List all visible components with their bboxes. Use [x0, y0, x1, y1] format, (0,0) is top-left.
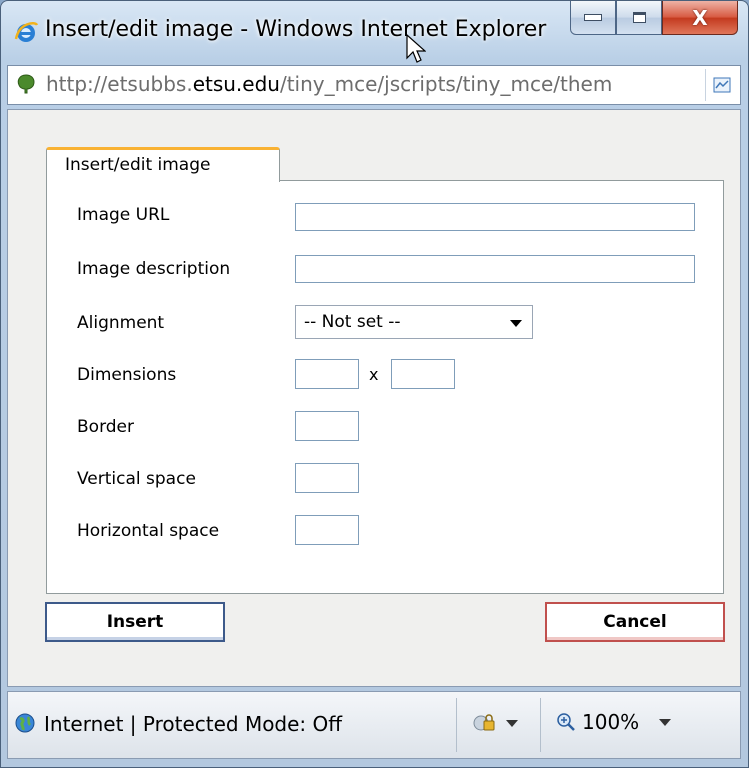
compatibility-view-icon: [713, 77, 731, 93]
alignment-select[interactable]: -- Not set --: [295, 305, 533, 339]
window-controls: X: [570, 1, 738, 37]
compatibility-view-button[interactable]: [705, 69, 738, 101]
zoom-icon: [557, 713, 575, 731]
security-icon: [473, 714, 495, 731]
url-prefix: http://etsubbs.: [46, 72, 193, 96]
zoom-level: 100%: [582, 710, 640, 734]
image-url-label: Image URL: [77, 205, 170, 225]
url-domain: etsu.edu: [192, 72, 280, 96]
zoom-control[interactable]: 100%: [556, 710, 672, 734]
tab-insert-edit-image[interactable]: Insert/edit image: [46, 147, 280, 182]
maximize-button[interactable]: [616, 1, 662, 35]
border-input[interactable]: [295, 411, 359, 441]
vertical-space-label: Vertical space: [77, 469, 196, 489]
alignment-value: -- Not set --: [304, 312, 401, 332]
width-input[interactable]: [295, 359, 359, 389]
browser-window: Insert/edit image - Windows Internet Exp…: [0, 0, 749, 768]
address-url[interactable]: http://etsubbs.etsu.edu/tiny_mce/jscript…: [46, 72, 686, 96]
status-separator: [456, 698, 457, 752]
close-icon: X: [692, 5, 708, 30]
insert-button[interactable]: Insert: [45, 602, 225, 642]
title-bar[interactable]: Insert/edit image - Windows Internet Exp…: [1, 1, 748, 63]
globe-icon: [15, 713, 35, 733]
vertical-space-input[interactable]: [295, 463, 359, 493]
maximize-icon: [632, 12, 646, 23]
chevron-down-icon: [510, 320, 522, 327]
close-button[interactable]: X: [662, 1, 738, 35]
chevron-down-icon: [659, 718, 672, 726]
url-path: /tiny_mce/jscripts/tiny_mce/them: [279, 72, 613, 96]
cancel-button[interactable]: Cancel: [545, 602, 725, 642]
dialog-content: Insert/edit image Image URL Image descri…: [7, 109, 741, 687]
window-title: Insert/edit image - Windows Internet Exp…: [45, 17, 547, 42]
status-separator: [540, 698, 541, 752]
status-bar: Internet | Protected Mode: Off 100%: [7, 691, 741, 759]
minimize-button[interactable]: [570, 1, 616, 35]
height-input[interactable]: [391, 359, 455, 389]
border-label: Border: [77, 417, 134, 437]
horizontal-space-label: Horizontal space: [77, 521, 220, 541]
dimensions-separator: x: [369, 365, 379, 384]
minimize-icon: [584, 14, 602, 21]
image-url-input[interactable]: [295, 203, 695, 231]
horizontal-space-input[interactable]: [295, 515, 359, 545]
site-favicon-icon: [17, 74, 35, 94]
mouse-cursor-icon: [406, 34, 426, 63]
tab-label: Insert/edit image: [65, 155, 211, 175]
security-zone-text[interactable]: Internet | Protected Mode: Off: [44, 712, 342, 736]
dimensions-label: Dimensions: [77, 365, 177, 385]
image-description-label: Image description: [77, 259, 231, 279]
chevron-down-icon: [506, 719, 518, 727]
address-bar[interactable]: http://etsubbs.etsu.edu/tiny_mce/jscript…: [7, 65, 741, 105]
alignment-label: Alignment: [77, 313, 165, 333]
security-menu[interactable]: [472, 712, 518, 734]
internet-explorer-icon: [14, 22, 39, 42]
image-description-input[interactable]: [295, 255, 695, 283]
general-panel: Image URL Image description Alignment --…: [46, 180, 724, 594]
